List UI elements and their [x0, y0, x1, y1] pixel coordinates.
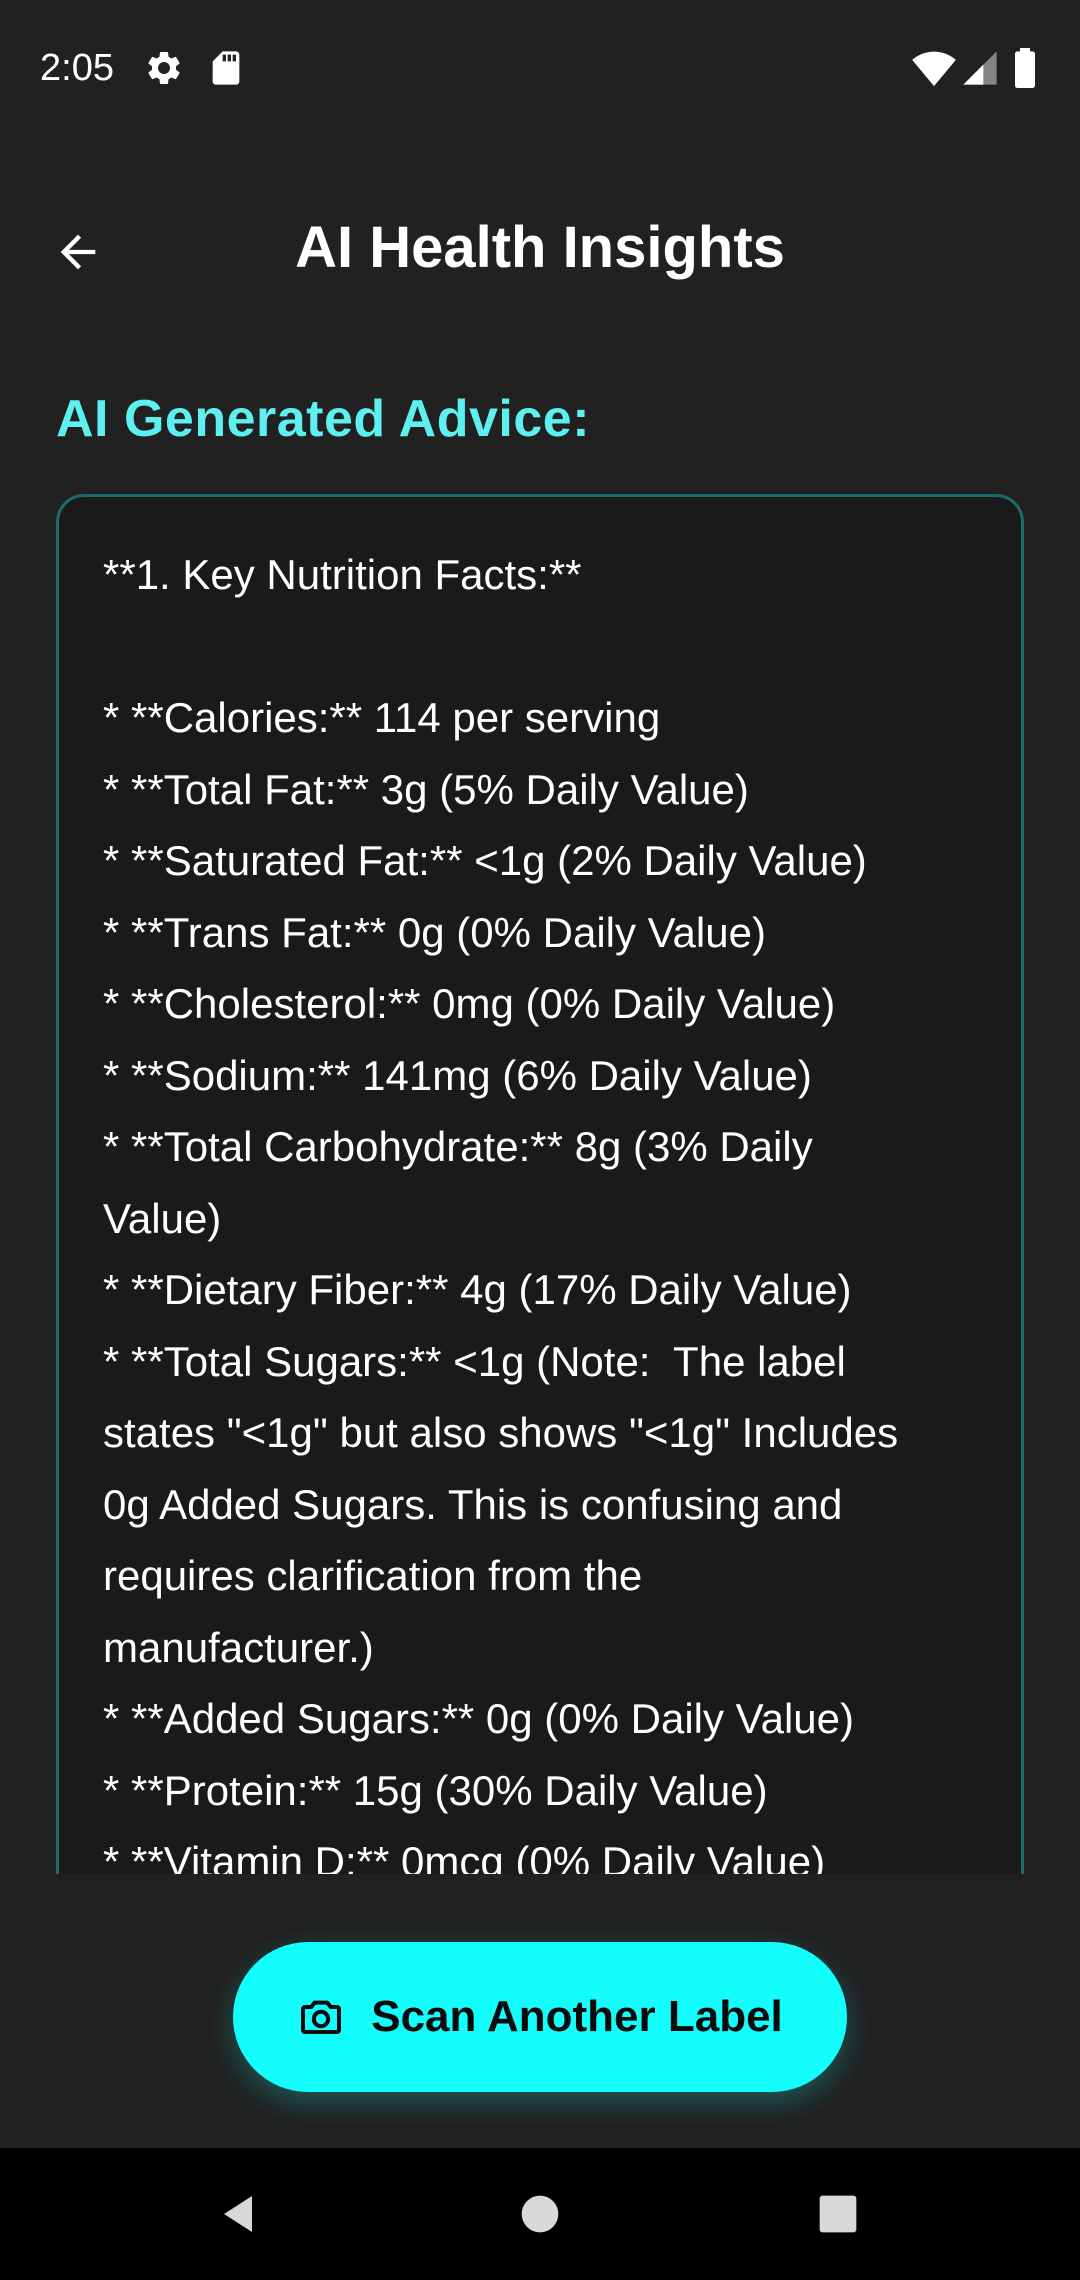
- nav-back-icon: [224, 2196, 252, 2232]
- nav-back-button[interactable]: [200, 2174, 280, 2254]
- system-nav-bar: [0, 2148, 1080, 2280]
- signal-icon: [960, 48, 1000, 88]
- settings-icon: [144, 48, 184, 88]
- battery-icon: [1010, 48, 1050, 88]
- nav-home-icon: [521, 2195, 559, 2233]
- nav-recents-button[interactable]: [798, 2174, 878, 2254]
- status-bar: 2:05: [0, 0, 1080, 136]
- wifi-icon: [912, 48, 956, 88]
- nav-recents-icon: [819, 2195, 857, 2233]
- advice-heading: AI Generated Advice:: [56, 390, 591, 448]
- app-bar: AI Health Insights: [0, 136, 1080, 360]
- advice-text: **1. Key Nutrition Facts:** * **Calories…: [103, 551, 899, 1874]
- advice-card[interactable]: **1. Key Nutrition Facts:** * **Calories…: [56, 494, 1024, 1874]
- sd-card-icon: [206, 48, 246, 88]
- scan-button-label: Scan Another Label: [371, 1992, 783, 2041]
- status-time: 2:05: [40, 47, 114, 89]
- page-title: AI Health Insights: [295, 215, 785, 280]
- scan-another-label-button[interactable]: Scan Another Label: [233, 1942, 847, 2092]
- camera-icon: [301, 2000, 342, 2034]
- nav-home-button[interactable]: [500, 2174, 580, 2254]
